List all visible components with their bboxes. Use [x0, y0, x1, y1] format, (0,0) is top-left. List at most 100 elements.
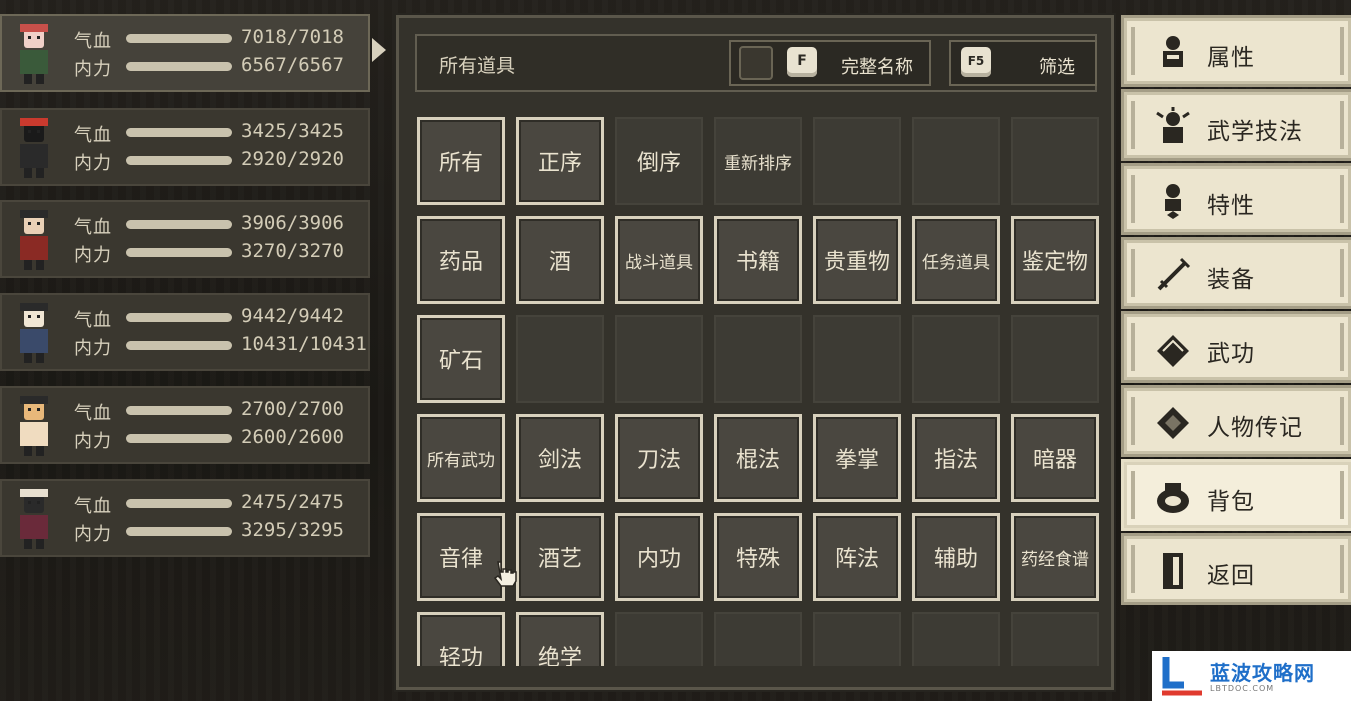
hp-value: 2700/2700: [241, 398, 344, 420]
category-button[interactable]: 药经食谱: [1011, 513, 1099, 601]
menu-label: 返回: [1207, 563, 1255, 589]
hp-bar: [126, 128, 232, 137]
category-label: 酒艺: [537, 547, 582, 572]
category-button[interactable]: 辅助: [912, 513, 1000, 601]
category-label: 鉴定物: [1021, 250, 1088, 275]
category-button[interactable]: 书籍: [714, 216, 802, 304]
party-member-3[interactable]: 气血 3906/3906 内力 3270/3270: [0, 200, 370, 278]
empty-slot: [516, 315, 604, 403]
category-grid-viewport: 所有 正序 倒序 重新排序药品 酒 战斗道具 书籍 贵重物 任务道具 鉴定物矿石所有武功 剑法 刀法 棍…: [417, 117, 1117, 666]
category-label: 拳掌: [834, 448, 879, 473]
empty-slot: [912, 117, 1000, 205]
party-member-5[interactable]: 气血 2700/2700 内力 2600/2600: [0, 386, 370, 464]
menu-button-8[interactable]: 返回: [1121, 533, 1351, 605]
category-button[interactable]: 拳掌: [813, 414, 901, 502]
category-label: 药经食谱: [1021, 549, 1089, 570]
category-button[interactable]: 倒序: [615, 117, 703, 205]
book-icon: [1157, 335, 1189, 367]
mp-value: 3295/3295: [241, 519, 344, 541]
category-button[interactable]: 矿石: [417, 315, 505, 403]
category-label: 酒: [548, 250, 571, 275]
party-member-2[interactable]: 气血 3425/3425 内力 2920/2920: [0, 108, 370, 186]
category-label: 正序: [537, 151, 582, 176]
mp-bar: [126, 527, 232, 536]
category-button[interactable]: 贵重物: [813, 216, 901, 304]
category-button[interactable]: 阵法: [813, 513, 901, 601]
fullname-checkbox[interactable]: [739, 46, 773, 80]
menu-label: 武学技法: [1207, 119, 1303, 145]
party-member-6[interactable]: 气血 2475/2475 内力 3295/3295: [0, 479, 370, 557]
hp-bar: [126, 313, 232, 322]
hp-bar: [126, 499, 232, 508]
mp-value: 6567/6567: [241, 54, 344, 76]
character-portrait: [20, 303, 48, 363]
category-button[interactable]: 棍法: [714, 414, 802, 502]
category-label: 矿石: [438, 349, 483, 374]
menu-button-3[interactable]: 特性: [1121, 163, 1351, 235]
character-portrait: [20, 489, 48, 549]
character-portrait: [20, 396, 48, 456]
category-button[interactable]: 药品: [417, 216, 505, 304]
menu-label: 装备: [1207, 267, 1255, 293]
party-member-1[interactable]: 气血 7018/7018 内力 6567/6567: [0, 14, 370, 92]
empty-slot: [813, 612, 901, 666]
category-label: 重新排序: [724, 153, 792, 174]
hp-label: 气血: [74, 125, 112, 146]
empty-slot: [1011, 315, 1099, 403]
category-label: 棍法: [735, 448, 780, 473]
category-label: 内功: [636, 547, 681, 572]
category-button[interactable]: 特殊: [714, 513, 802, 601]
menu-button-5[interactable]: 武功: [1121, 311, 1351, 383]
category-label: 任务道具: [922, 252, 990, 273]
empty-slot: [1011, 117, 1099, 205]
category-button[interactable]: 轻功: [417, 612, 505, 666]
category-button[interactable]: 所有武功: [417, 414, 505, 502]
category-button[interactable]: 鉴定物: [1011, 216, 1099, 304]
character-portrait: [20, 118, 48, 178]
category-button[interactable]: 重新排序: [714, 117, 802, 205]
menu-button-1[interactable]: 属性: [1121, 15, 1351, 87]
category-button[interactable]: 指法: [912, 414, 1000, 502]
hp-value: 3425/3425: [241, 120, 344, 142]
category-label: 指法: [933, 448, 978, 473]
empty-slot: [813, 117, 901, 205]
category-button[interactable]: 战斗道具: [615, 216, 703, 304]
category-button[interactable]: 正序: [516, 117, 604, 205]
category-button[interactable]: 内功: [615, 513, 703, 601]
empty-slot: [714, 315, 802, 403]
mp-bar: [126, 248, 232, 257]
scroll-icon: [1157, 407, 1189, 439]
hp-label: 气血: [74, 310, 112, 331]
category-button[interactable]: 刀法: [615, 414, 703, 502]
menu-label: 属性: [1207, 45, 1255, 71]
menu-button-6[interactable]: 人物传记: [1121, 385, 1351, 457]
menu-button-2[interactable]: 武学技法: [1121, 89, 1351, 161]
mp-value: 3270/3270: [241, 240, 344, 262]
category-button[interactable]: 任务道具: [912, 216, 1000, 304]
category-button[interactable]: 剑法: [516, 414, 604, 502]
menu-button-7[interactable]: 背包: [1121, 459, 1351, 531]
category-label: 贵重物: [823, 250, 890, 275]
filter-button[interactable]: F5 筛选: [949, 40, 1097, 86]
hp-label: 气血: [74, 217, 112, 238]
empty-slot: [615, 612, 703, 666]
fullname-toggle[interactable]: F 完整名称: [729, 40, 931, 86]
party-member-4[interactable]: 气血 9442/9442 内力 10431/10431: [0, 293, 370, 371]
mp-label: 内力: [74, 59, 112, 80]
category-button[interactable]: 酒: [516, 216, 604, 304]
category-label: 书籍: [735, 250, 780, 275]
category-button[interactable]: 绝学: [516, 612, 604, 666]
category-label: 绝学: [537, 646, 582, 666]
category-button[interactable]: 暗器: [1011, 414, 1099, 502]
category-label: 刀法: [636, 448, 681, 473]
mp-label: 内力: [74, 245, 112, 266]
menu-button-4[interactable]: 装备: [1121, 237, 1351, 309]
mp-label: 内力: [74, 338, 112, 359]
hp-value: 7018/7018: [241, 26, 344, 48]
watermark-title: 蓝波攻略网: [1210, 661, 1315, 685]
empty-slot: [1011, 612, 1099, 666]
trait-icon: [1165, 184, 1181, 219]
watermark-subtitle: LBTDOC.COM: [1210, 684, 1275, 693]
category-button[interactable]: 酒艺: [516, 513, 604, 601]
category-button[interactable]: 所有: [417, 117, 505, 205]
